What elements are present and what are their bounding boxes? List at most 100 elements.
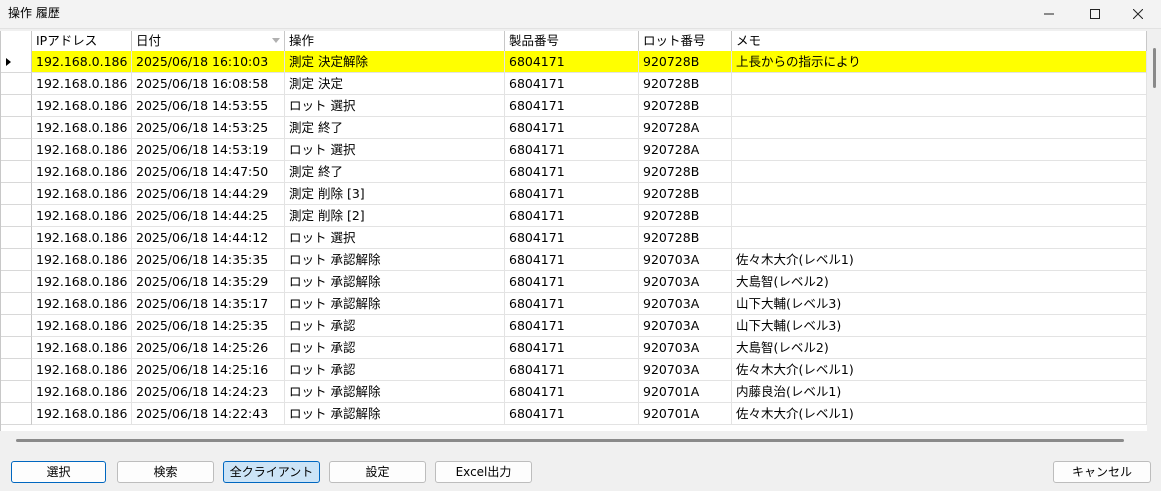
cell-lot-number[interactable]: 920703A: [639, 337, 732, 359]
row-header[interactable]: [1, 51, 32, 73]
cell-lot-number[interactable]: 920728B: [639, 227, 732, 249]
cell-operation[interactable]: ロット 選択: [285, 227, 505, 249]
cell-date[interactable]: 2025/06/18 14:24:23: [132, 381, 285, 403]
cell-product-number[interactable]: 6804171: [505, 183, 639, 205]
cell-ip[interactable]: 192.168.0.186: [32, 161, 132, 183]
cell-lot-number[interactable]: 920728B: [639, 51, 732, 73]
cell-lot-number[interactable]: 920703A: [639, 271, 732, 293]
column-header-product-number[interactable]: 製品番号: [505, 31, 639, 51]
cell-operation[interactable]: ロット 承認: [285, 315, 505, 337]
cell-memo[interactable]: 内藤良治(レベル1): [732, 381, 1147, 403]
row-header[interactable]: [1, 227, 32, 249]
cell-memo[interactable]: [732, 95, 1147, 117]
cell-ip[interactable]: 192.168.0.186: [32, 381, 132, 403]
row-header[interactable]: [1, 139, 32, 161]
cell-operation[interactable]: 測定 決定解除: [285, 51, 505, 73]
table-row[interactable]: 192.168.0.186 2025/06/18 14:35:29 ロット 承認解除…: [1, 271, 1147, 293]
cell-operation[interactable]: 測定 決定: [285, 73, 505, 95]
cell-memo[interactable]: [732, 227, 1147, 249]
cell-lot-number[interactable]: 920701A: [639, 381, 732, 403]
cell-memo[interactable]: 大島智(レベル2): [732, 271, 1147, 293]
cell-date[interactable]: 2025/06/18 14:22:43: [132, 403, 285, 425]
table-row[interactable]: 192.168.0.186 2025/06/18 14:53:19 ロット 選択 68…: [1, 139, 1147, 161]
cell-memo[interactable]: [732, 205, 1147, 227]
table-row[interactable]: 192.168.0.186 2025/06/18 14:24:23 ロット 承認解除…: [1, 381, 1147, 403]
cell-product-number[interactable]: 6804171: [505, 51, 639, 73]
cell-product-number[interactable]: 6804171: [505, 95, 639, 117]
cell-memo[interactable]: [732, 161, 1147, 183]
vertical-scrollbar-track[interactable]: [1150, 48, 1156, 424]
cell-operation[interactable]: ロット 承認: [285, 359, 505, 381]
cell-lot-number[interactable]: 920728B: [639, 183, 732, 205]
cell-product-number[interactable]: 6804171: [505, 205, 639, 227]
cell-operation[interactable]: ロット 選択: [285, 95, 505, 117]
cell-lot-number[interactable]: 920728A: [639, 139, 732, 161]
cell-lot-number[interactable]: 920728B: [639, 161, 732, 183]
cell-lot-number[interactable]: 920728B: [639, 95, 732, 117]
cell-memo[interactable]: 佐々木大介(レベル1): [732, 359, 1147, 381]
row-header[interactable]: [1, 381, 32, 403]
cell-operation[interactable]: ロット 承認解除: [285, 381, 505, 403]
table-row[interactable]: 192.168.0.186 2025/06/18 14:35:17 ロット 承認解除…: [1, 293, 1147, 315]
cell-operation[interactable]: ロット 承認解除: [285, 403, 505, 425]
cell-product-number[interactable]: 6804171: [505, 161, 639, 183]
horizontal-scrollbar-thumb[interactable]: [16, 439, 1124, 442]
cell-product-number[interactable]: 6804171: [505, 139, 639, 161]
cell-product-number[interactable]: 6804171: [505, 117, 639, 139]
all-clients-button[interactable]: 全クライアント: [223, 461, 320, 483]
cell-ip[interactable]: 192.168.0.186: [32, 293, 132, 315]
table-row[interactable]: 192.168.0.186 2025/06/18 14:44:25 測定 削除 [2…: [1, 205, 1147, 227]
cell-lot-number[interactable]: 920703A: [639, 249, 732, 271]
cell-ip[interactable]: 192.168.0.186: [32, 249, 132, 271]
table-row[interactable]: 192.168.0.186 2025/06/18 16:08:58 測定 決定 680…: [1, 73, 1147, 95]
select-button[interactable]: 選択: [11, 461, 106, 483]
cell-lot-number[interactable]: 920728B: [639, 205, 732, 227]
table-row[interactable]: 192.168.0.186 2025/06/18 14:35:35 ロット 承認解除…: [1, 249, 1147, 271]
cell-ip[interactable]: 192.168.0.186: [32, 73, 132, 95]
cell-memo[interactable]: 山下大輔(レベル3): [732, 315, 1147, 337]
cell-product-number[interactable]: 6804171: [505, 403, 639, 425]
table-row[interactable]: 192.168.0.186 2025/06/18 14:25:35 ロット 承認 68…: [1, 315, 1147, 337]
history-grid[interactable]: IPアドレス 日付 操作 製品番号 ロット番号 メモ 192.168.0.186…: [0, 31, 1147, 431]
cell-product-number[interactable]: 6804171: [505, 381, 639, 403]
excel-export-button[interactable]: Excel出力: [435, 461, 532, 483]
table-row[interactable]: 192.168.0.186 2025/06/18 14:44:29 測定 削除 [3…: [1, 183, 1147, 205]
table-row[interactable]: 192.168.0.186 2025/06/18 14:53:55 ロット 選択 68…: [1, 95, 1147, 117]
cell-ip[interactable]: 192.168.0.186: [32, 227, 132, 249]
cell-product-number[interactable]: 6804171: [505, 271, 639, 293]
cell-memo[interactable]: 山下大輔(レベル3): [732, 293, 1147, 315]
cell-date[interactable]: 2025/06/18 14:25:16: [132, 359, 285, 381]
cell-ip[interactable]: 192.168.0.186: [32, 95, 132, 117]
cell-date[interactable]: 2025/06/18 14:35:35: [132, 249, 285, 271]
cell-product-number[interactable]: 6804171: [505, 315, 639, 337]
row-header[interactable]: [1, 315, 32, 337]
row-header[interactable]: [1, 73, 32, 95]
column-header-operation[interactable]: 操作: [285, 31, 505, 51]
cell-product-number[interactable]: 6804171: [505, 73, 639, 95]
cell-date[interactable]: 2025/06/18 14:35:17: [132, 293, 285, 315]
cell-memo[interactable]: 佐々木大介(レベル1): [732, 403, 1147, 425]
row-header[interactable]: [1, 337, 32, 359]
cell-lot-number[interactable]: 920728A: [639, 117, 732, 139]
cell-operation[interactable]: 測定 削除 [2]: [285, 205, 505, 227]
row-header[interactable]: [1, 161, 32, 183]
cell-ip[interactable]: 192.168.0.186: [32, 183, 132, 205]
cell-lot-number[interactable]: 920701A: [639, 403, 732, 425]
cell-product-number[interactable]: 6804171: [505, 249, 639, 271]
row-header[interactable]: [1, 403, 32, 425]
search-button[interactable]: 検索: [117, 461, 214, 483]
cell-date[interactable]: 2025/06/18 14:44:29: [132, 183, 285, 205]
row-header[interactable]: [1, 293, 32, 315]
cell-operation[interactable]: ロット 選択: [285, 139, 505, 161]
cancel-button[interactable]: キャンセル: [1053, 461, 1151, 483]
cell-ip[interactable]: 192.168.0.186: [32, 205, 132, 227]
maximize-button[interactable]: [1072, 0, 1118, 28]
cell-product-number[interactable]: 6804171: [505, 227, 639, 249]
table-row[interactable]: 192.168.0.186 2025/06/18 14:22:43 ロット 承認解除…: [1, 403, 1147, 425]
cell-date[interactable]: 2025/06/18 16:10:03: [132, 51, 285, 73]
minimize-button[interactable]: [1026, 0, 1072, 28]
table-row[interactable]: 192.168.0.186 2025/06/18 14:47:50 測定 終了 680…: [1, 161, 1147, 183]
cell-date[interactable]: 2025/06/18 14:35:29: [132, 271, 285, 293]
cell-product-number[interactable]: 6804171: [505, 293, 639, 315]
cell-ip[interactable]: 192.168.0.186: [32, 51, 132, 73]
